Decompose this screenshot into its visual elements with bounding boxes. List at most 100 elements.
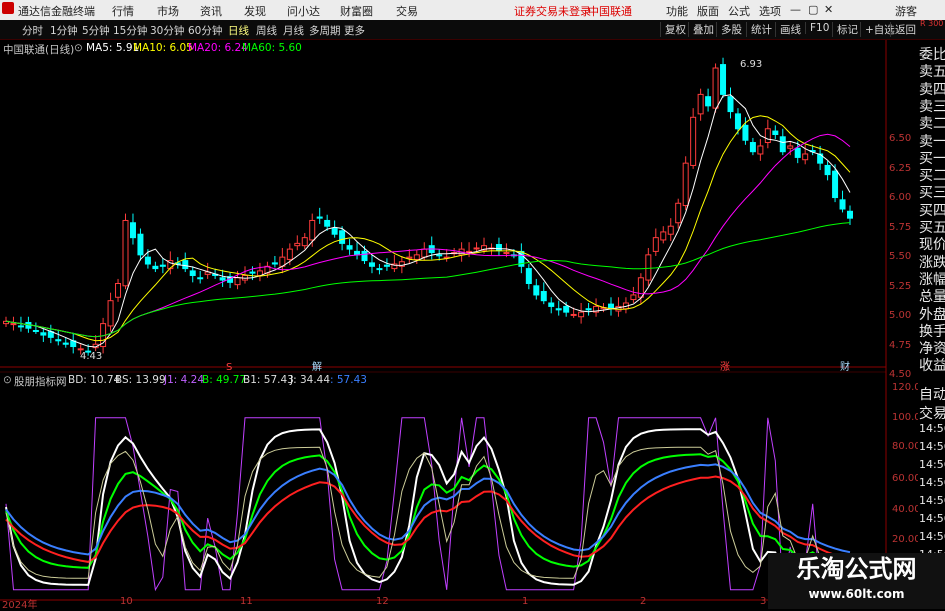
period-tab[interactable]: 30分钟 (150, 23, 184, 38)
menu-formula[interactable]: 公式 (728, 3, 750, 19)
menu-quotes[interactable]: 行情 (112, 3, 134, 19)
candle[interactable] (129, 222, 136, 239)
close-icon[interactable]: ✕ (824, 3, 833, 16)
candle[interactable] (249, 271, 256, 274)
candle[interactable] (787, 145, 794, 149)
candle[interactable] (294, 242, 301, 247)
candle[interactable] (159, 264, 166, 267)
candle[interactable] (757, 145, 764, 155)
candle[interactable] (824, 164, 831, 176)
menu-market[interactable]: 市场 (157, 3, 179, 19)
candle[interactable] (734, 113, 741, 130)
menu-wealth[interactable]: 财富圈 (340, 3, 373, 19)
candle[interactable] (77, 348, 84, 351)
tool-f10[interactable]: F10 (805, 22, 829, 34)
candle[interactable] (764, 128, 771, 144)
tool-mark[interactable]: 标记 (832, 22, 858, 37)
candle[interactable] (137, 233, 144, 256)
period-tab[interactable]: 多周期 (309, 23, 341, 38)
period-tab-active[interactable]: 日线 (228, 23, 249, 38)
candle[interactable] (495, 244, 502, 251)
candle[interactable] (324, 219, 331, 227)
candle[interactable] (847, 210, 853, 219)
menu-news[interactable]: 资讯 (200, 3, 222, 19)
candle[interactable] (301, 237, 308, 247)
candle[interactable] (727, 96, 734, 113)
candle[interactable] (361, 250, 368, 262)
tool-stats[interactable]: 统计 (746, 22, 772, 37)
menu-ask[interactable]: 问小达 (287, 3, 320, 19)
menu-layout[interactable]: 版面 (697, 3, 719, 19)
candle[interactable] (331, 227, 338, 235)
candle[interactable] (503, 252, 510, 255)
candle[interactable] (115, 283, 122, 298)
candle[interactable] (637, 277, 644, 298)
candle[interactable] (705, 96, 712, 107)
candle[interactable] (62, 342, 69, 345)
candle[interactable] (690, 116, 697, 166)
period-tab[interactable]: 5分钟 (82, 23, 110, 38)
candle[interactable] (667, 225, 674, 235)
candle[interactable] (376, 268, 383, 271)
candle[interactable] (832, 170, 839, 199)
candle[interactable] (675, 202, 682, 224)
candle[interactable] (413, 254, 420, 260)
candle[interactable] (779, 136, 786, 153)
candle[interactable] (473, 247, 480, 250)
candle[interactable] (548, 302, 555, 307)
candle[interactable] (697, 93, 704, 115)
candle[interactable] (436, 254, 443, 257)
period-tab[interactable]: 1分钟 (50, 23, 78, 38)
candle[interactable] (563, 305, 570, 313)
candle[interactable] (32, 329, 39, 332)
candle[interactable] (271, 262, 278, 265)
candle[interactable] (720, 64, 727, 95)
candle[interactable] (10, 323, 17, 326)
candle[interactable] (182, 260, 189, 270)
menu-options[interactable]: 选项 (759, 3, 781, 19)
candle[interactable] (189, 270, 196, 276)
candle[interactable] (585, 308, 592, 311)
candle[interactable] (839, 199, 846, 210)
candle[interactable] (421, 248, 428, 258)
candle[interactable] (144, 256, 151, 265)
period-tab[interactable]: 60分钟 (188, 23, 222, 38)
candle[interactable] (794, 147, 801, 158)
menu-function[interactable]: 功能 (666, 3, 688, 19)
candle[interactable] (234, 277, 241, 286)
period-tab[interactable]: 周线 (256, 23, 277, 38)
candle[interactable] (40, 332, 47, 336)
tool-multi[interactable]: 多股 (716, 22, 742, 37)
candle[interactable] (712, 67, 719, 109)
minimize-icon[interactable]: — (790, 3, 801, 16)
candle[interactable] (533, 285, 540, 296)
menu-discover[interactable]: 发现 (244, 3, 266, 19)
candle[interactable] (555, 308, 562, 311)
period-tab[interactable]: 分时 (22, 23, 43, 38)
candle[interactable] (107, 300, 114, 327)
candle[interactable] (540, 291, 547, 302)
tool-draw[interactable]: 画线 (775, 22, 801, 37)
candle[interactable] (286, 248, 293, 260)
candle[interactable] (368, 262, 375, 267)
candle[interactable] (645, 254, 652, 281)
candle[interactable] (652, 237, 659, 252)
candle[interactable] (525, 268, 532, 285)
candle[interactable] (772, 130, 779, 136)
kline-chart[interactable]: S解涨财 (0, 40, 918, 609)
restore-icon[interactable]: ▢ (808, 3, 818, 16)
candle[interactable] (742, 124, 749, 141)
candle[interactable] (749, 142, 756, 153)
candle[interactable] (383, 264, 390, 267)
period-tab[interactable]: 15分钟 (113, 23, 147, 38)
candle[interactable] (219, 277, 226, 281)
candle[interactable] (406, 256, 413, 259)
tool-back[interactable]: 返回 (890, 22, 916, 37)
candle[interactable] (152, 265, 159, 270)
candle[interactable] (682, 162, 689, 207)
guest-label[interactable]: 游客 (895, 3, 917, 19)
candle[interactable] (630, 294, 637, 301)
candle[interactable] (346, 245, 353, 250)
candle[interactable] (316, 216, 323, 219)
period-tab[interactable]: 月线 (283, 23, 304, 38)
